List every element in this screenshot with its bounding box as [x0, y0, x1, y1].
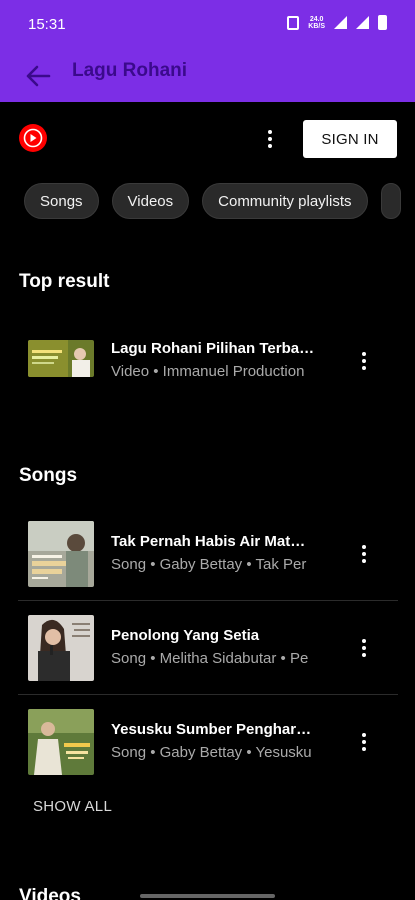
top-result-title: Lagu Rohani Pilihan Terba… [111, 340, 315, 357]
youtube-music-logo[interactable] [18, 123, 48, 153]
filter-chips: Songs Videos Community playlists [24, 183, 401, 219]
more-options-button[interactable] [354, 727, 374, 757]
status-time: 15:31 [28, 16, 66, 33]
status-bar: 15:31 24.0 KB/S [0, 0, 415, 50]
more-vert-dot [362, 747, 366, 751]
more-vert-icon [362, 352, 366, 356]
more-vert-dot [362, 646, 366, 650]
vibrate-icon [287, 15, 300, 30]
battery-icon [378, 15, 387, 30]
more-options-button[interactable] [354, 346, 374, 376]
chip-videos[interactable]: Videos [111, 183, 190, 219]
page-title: Lagu Rohani [72, 60, 188, 81]
signal-icon-2 [356, 16, 369, 29]
thumbnail-image [28, 709, 94, 775]
more-vert-dot [362, 359, 366, 363]
section-title-songs: Songs [19, 465, 78, 486]
top-result-item[interactable]: Lagu Rohani Pilihan Terba… Video • Imman… [18, 318, 398, 404]
show-all-songs-button[interactable]: SHOW ALL [33, 798, 112, 815]
network-speed-unit: KB/S [308, 22, 325, 30]
video-thumbnail [28, 340, 94, 377]
more-vert-dot [362, 559, 366, 563]
more-vert-icon [362, 733, 366, 737]
more-options-button[interactable] [354, 539, 374, 569]
song-thumbnail [28, 709, 94, 775]
more-vert-dot [362, 366, 366, 370]
network-speed-value: 24.0 [309, 15, 324, 23]
song-title: Yesusku Sumber Penghar… [111, 721, 312, 738]
chip-community-playlists[interactable]: Community playlists [202, 183, 368, 219]
chip-more[interactable] [380, 183, 401, 219]
sign-in-button[interactable]: SIGN IN [303, 120, 397, 158]
arrow-back-icon [26, 65, 51, 87]
app-bar: Lagu Rohani [0, 50, 415, 102]
signal-icon [334, 16, 347, 29]
more-vert-dot [362, 740, 366, 744]
overflow-menu-button[interactable] [260, 124, 280, 154]
more-options-button[interactable] [354, 633, 374, 663]
song-thumbnail [28, 521, 94, 587]
more-vert-dot [268, 137, 272, 141]
status-icons: 24.0 KB/S [287, 15, 387, 30]
song-item[interactable]: Yesusku Sumber Penghar… Song • Gaby Bett… [18, 699, 398, 785]
section-title-top-result: Top result [19, 271, 110, 292]
song-thumbnail [28, 615, 94, 681]
thumbnail-image [28, 615, 94, 681]
more-vert-icon [362, 545, 366, 549]
more-vert-dot [362, 653, 366, 657]
more-vert-icon [268, 130, 272, 134]
more-vert-dot [362, 552, 366, 556]
song-subtitle: Song • Melitha Sidabutar • Pe [111, 650, 309, 667]
song-title: Tak Pernah Habis Air Mat… [111, 533, 306, 550]
more-vert-icon [362, 639, 366, 643]
chip-songs[interactable]: Songs [24, 183, 99, 219]
song-item[interactable]: Penolong Yang Setia Song • Melitha Sidab… [18, 605, 398, 691]
song-subtitle: Song • Gaby Bettay • Tak Per [111, 556, 307, 573]
section-title-videos: Videos [19, 886, 81, 900]
top-result-subtitle: Video • Immanuel Production [111, 363, 305, 380]
song-item[interactable]: Tak Pernah Habis Air Mat… Song • Gaby Be… [18, 511, 398, 597]
more-vert-dot [268, 144, 272, 148]
divider [18, 600, 398, 601]
divider [18, 694, 398, 695]
network-speed: 24.0 KB/S [308, 16, 325, 30]
song-subtitle: Song • Gaby Bettay • Yesusku [111, 744, 312, 761]
youtube-music-icon [19, 124, 47, 152]
back-button[interactable] [18, 56, 58, 96]
thumbnail-image [28, 521, 94, 587]
song-title: Penolong Yang Setia [111, 627, 260, 644]
thumbnail-image [28, 340, 94, 377]
home-indicator[interactable] [140, 894, 275, 898]
